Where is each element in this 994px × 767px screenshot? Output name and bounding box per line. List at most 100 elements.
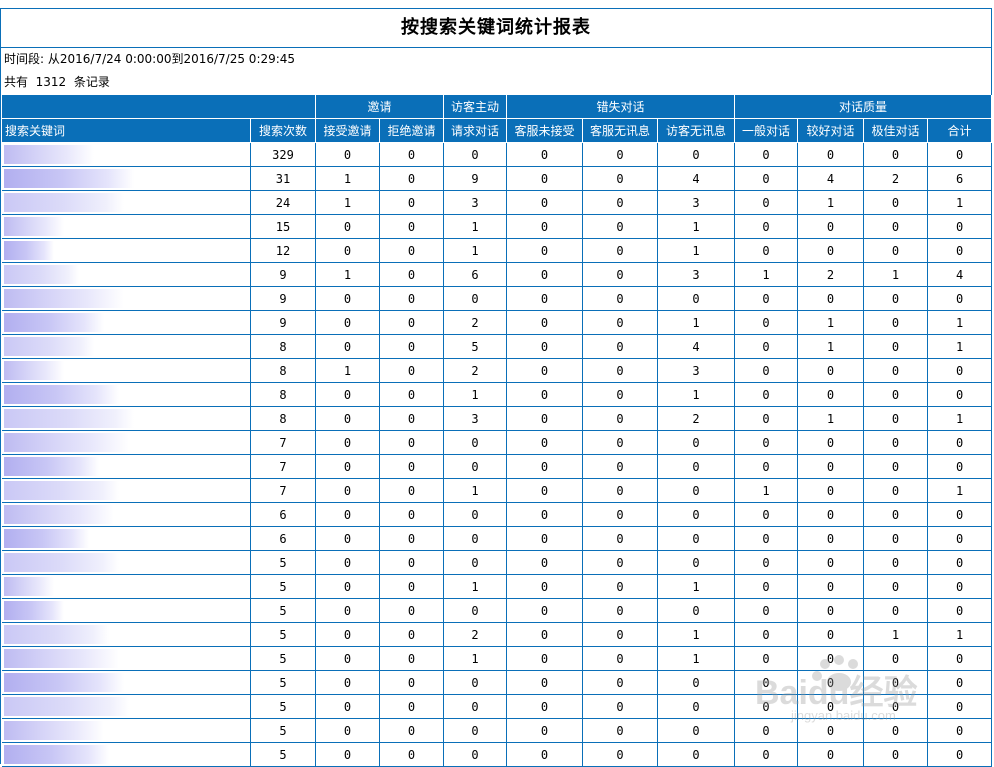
table-cell: 5 <box>250 718 316 743</box>
redacted-keyword-blur <box>3 649 119 668</box>
table-cell: 0 <box>734 430 799 455</box>
table-cell: 0 <box>657 286 736 311</box>
table-cell: 0 <box>582 358 659 383</box>
column-header-request-chat[interactable]: 请求对话 <box>443 118 508 143</box>
table-cell: 0 <box>443 142 508 167</box>
column-header-search-count[interactable]: 搜索次数 <box>250 118 316 143</box>
table-cell: 0 <box>506 718 584 743</box>
table-body: 329 0 0 0 0 0 0 0 0 0 0 31 1 0 9 0 0 4 0 4 2 6 24 1 0 3 0 0 3 0 1 0 1 15 0… <box>1 142 993 767</box>
table-cell: 0 <box>582 502 659 527</box>
table-cell: 0 <box>927 214 993 239</box>
table-cell: 0 <box>863 286 929 311</box>
table-cell: 0 <box>863 238 929 263</box>
keyword-cell-redacted <box>1 502 251 527</box>
table-cell: 1 <box>443 214 508 239</box>
table-cell: 0 <box>797 214 865 239</box>
table-cell: 1 <box>657 310 736 335</box>
table-cell: 1 <box>797 406 865 431</box>
table-cell: 0 <box>378 574 445 599</box>
table-cell: 0 <box>927 142 993 167</box>
table-cell: 1 <box>315 358 380 383</box>
table-cell: 329 <box>250 142 316 167</box>
table-cell: 0 <box>506 622 584 647</box>
column-header-normal-chat[interactable]: 一般对话 <box>734 118 799 143</box>
group-header-visitor-active: 访客主动 <box>443 95 508 119</box>
keyword-cell-redacted <box>1 238 251 263</box>
table-cell: 0 <box>582 190 659 215</box>
table-cell: 0 <box>734 406 799 431</box>
keyword-cell-redacted <box>1 742 251 767</box>
table-cell: 8 <box>250 334 316 359</box>
keyword-cell-redacted <box>1 646 251 671</box>
table-cell: 0 <box>734 742 799 767</box>
keyword-cell-redacted <box>1 526 251 551</box>
table-cell: 12 <box>250 238 316 263</box>
table-cell: 1 <box>863 262 929 287</box>
column-header-keyword[interactable]: 搜索关键词 <box>1 118 251 143</box>
column-header-excellent-chat[interactable]: 极佳对话 <box>863 118 929 143</box>
table-cell: 0 <box>506 670 584 695</box>
table-cell: 0 <box>863 358 929 383</box>
column-header-agent-not-accepted[interactable]: 客服未接受 <box>506 118 584 143</box>
table-cell: 0 <box>315 214 380 239</box>
table-cell: 6 <box>250 502 316 527</box>
table-cell: 0 <box>315 526 380 551</box>
column-header-accept-invite[interactable]: 接受邀请 <box>315 118 380 143</box>
table-cell: 0 <box>734 310 799 335</box>
keyword-cell-redacted <box>1 214 251 239</box>
table-cell: 0 <box>582 310 659 335</box>
table-row: 70010001001 <box>1 478 993 503</box>
column-header-total[interactable]: 合计 <box>927 118 993 143</box>
group-header-missed: 错失对话 <box>506 95 736 119</box>
table-cell: 2 <box>443 358 508 383</box>
table-cell: 6 <box>443 262 508 287</box>
table-cell: 0 <box>734 358 799 383</box>
redacted-keyword-blur <box>3 529 89 548</box>
table-cell: 1 <box>443 478 508 503</box>
table-cell: 0 <box>443 430 508 455</box>
table-cell: 0 <box>927 358 993 383</box>
table-cell: 0 <box>657 718 736 743</box>
table-cell: 0 <box>734 598 799 623</box>
table-cell: 0 <box>582 718 659 743</box>
table-cell: 0 <box>443 718 508 743</box>
table-cell: 0 <box>582 622 659 647</box>
table-cell: 0 <box>582 382 659 407</box>
table-cell: 5 <box>250 598 316 623</box>
table-cell: 0 <box>863 598 929 623</box>
table-cell: 0 <box>506 142 584 167</box>
table-cell: 5 <box>250 646 316 671</box>
keyword-cell-redacted <box>1 382 251 407</box>
table-cell: 0 <box>378 190 445 215</box>
redacted-keyword-blur <box>3 217 64 236</box>
table-cell: 0 <box>443 502 508 527</box>
table-cell: 0 <box>734 166 799 191</box>
table-row: 50000000000 <box>1 718 993 743</box>
table-cell: 0 <box>734 238 799 263</box>
table-cell: 0 <box>657 598 736 623</box>
table-cell: 0 <box>797 526 865 551</box>
column-header-good-chat[interactable]: 较好对话 <box>797 118 865 143</box>
table-row: 15 0 0 1 0 0 1 0 0 0 0 <box>1 214 993 239</box>
table-cell: 0 <box>797 598 865 623</box>
table-cell: 0 <box>927 718 993 743</box>
table-cell: 3 <box>657 358 736 383</box>
table-cell: 0 <box>734 382 799 407</box>
table-cell: 0 <box>797 742 865 767</box>
table-row: 60000000000 <box>1 502 993 527</box>
record-count: 共有 1312 条记录 <box>1 71 991 95</box>
table-row: 31 1 0 9 0 0 4 0 4 2 6 <box>1 166 993 191</box>
table-cell: 4 <box>797 166 865 191</box>
column-header-reject-invite[interactable]: 拒绝邀请 <box>378 118 445 143</box>
column-header-visitor-no-message[interactable]: 访客无讯息 <box>657 118 736 143</box>
table-cell: 0 <box>863 526 929 551</box>
redacted-keyword-blur <box>3 481 119 500</box>
table-cell: 0 <box>797 454 865 479</box>
table-row: 50000000000 <box>1 550 993 575</box>
redacted-keyword-blur <box>3 409 134 428</box>
redacted-keyword-blur <box>3 553 119 572</box>
table-cell: 0 <box>734 454 799 479</box>
table-cell: 0 <box>378 358 445 383</box>
table-cell: 0 <box>582 694 659 719</box>
column-header-agent-no-message[interactable]: 客服无讯息 <box>582 118 659 143</box>
